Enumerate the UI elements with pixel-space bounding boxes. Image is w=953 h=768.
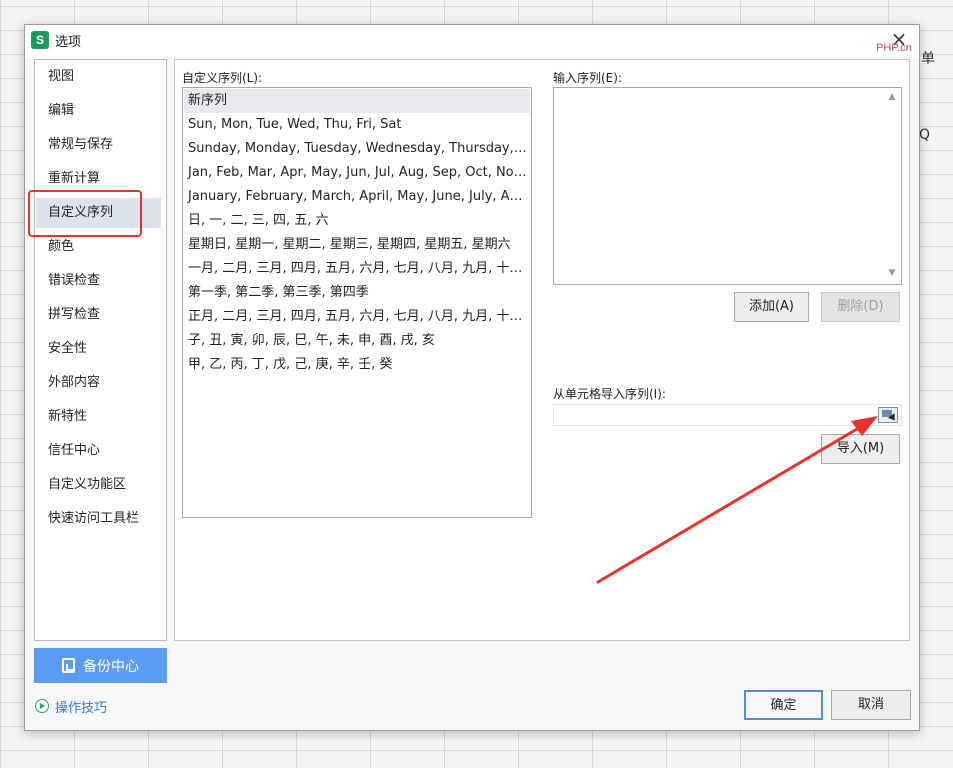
add-button[interactable]: 添加(A) [734,292,809,322]
backup-center-button[interactable]: 备份中心 [34,648,167,683]
sidebar-item-external-content[interactable]: 外部内容 [36,368,161,398]
sidebar-item-quick-access-toolbar[interactable]: 快速访问工具栏 [36,504,161,534]
list-item[interactable]: 一月, 二月, 三月, 四月, 五月, 六月, 七月, 八月, 九月, 十月, … [184,257,530,281]
range-picker-icon[interactable] [878,407,898,423]
background-cell-text: 单 [921,51,935,67]
dialog-title: 选项 [55,35,82,50]
cancel-button[interactable]: 取消 [831,690,911,720]
sidebar-item-spell-check[interactable]: 拼写检查 [36,300,161,330]
list-item[interactable]: 子, 丑, 寅, 卯, 辰, 巳, 午, 未, 申, 酉, 戌, 亥 [184,329,530,353]
tips-label: 操作技巧 [55,700,108,716]
sidebar-item-security[interactable]: 安全性 [36,334,161,364]
scroll-down-icon[interactable]: ▼ [887,268,897,278]
list-entries-textarea[interactable]: ▲ ▼ [553,87,902,285]
sidebar-item-trust-center[interactable]: 信任中心 [36,436,161,466]
sidebar-item-error-check[interactable]: 错误检查 [36,266,161,296]
scroll-up-icon[interactable]: ▲ [887,92,897,102]
backup-center-label: 备份中心 [83,658,139,675]
list-item[interactable]: 第一季, 第二季, 第三季, 第四季 [184,281,530,305]
background-cell-text: Q [919,127,931,143]
list-item[interactable]: Sunday, Monday, Tuesday, Wednesday, Thur… [184,137,530,161]
background-side-strip: 单 Q [919,24,953,731]
sidebar-item-custom-lists[interactable]: 自定义序列 [36,198,161,228]
custom-lists-label: 自定义序列(L): [182,71,263,85]
sidebar-item-view[interactable]: 视图 [36,62,161,92]
tips-link[interactable]: 操作技巧 [35,696,107,716]
custom-lists-panel: 自定义序列(L): 新序列 Sun, Mon, Tue, Wed, Thu, F… [174,59,910,641]
custom-lists-listbox[interactable]: 新序列 Sun, Mon, Tue, Wed, Thu, Fri, Sat Su… [182,87,532,518]
list-item[interactable]: 新序列 [184,89,530,113]
list-item[interactable]: Jan, Feb, Mar, Apr, May, Jun, Jul, Aug, … [184,161,530,185]
list-entries-label: 输入序列(E): [553,71,622,85]
import-button[interactable]: 导入(M) [821,434,900,464]
ok-button[interactable]: 确定 [744,690,823,720]
import-range-input[interactable] [553,404,902,426]
sidebar-item-edit[interactable]: 编辑 [36,96,161,126]
import-from-cells-label: 从单元格导入序列(I): [553,387,666,401]
sidebar-item-recalculate[interactable]: 重新计算 [36,164,161,194]
sidebar-item-color[interactable]: 颜色 [36,232,161,262]
list-item[interactable]: Sun, Mon, Tue, Wed, Thu, Fri, Sat [184,113,530,137]
sidebar-item-customize-ribbon[interactable]: 自定义功能区 [36,470,161,500]
play-circle-icon [35,699,49,713]
options-dialog: S 选项 × 视图 编辑 常规与保存 重新计算 自定义序列 颜色 错误检查 拼写… [24,24,920,731]
wps-app-icon: S [31,31,49,49]
list-item[interactable]: 星期日, 星期一, 星期二, 星期三, 星期四, 星期五, 星期六 [184,233,530,257]
list-item[interactable]: 日, 一, 二, 三, 四, 五, 六 [184,209,530,233]
dialog-titlebar: S 选项 × [25,25,919,57]
sidebar-item-general-save[interactable]: 常规与保存 [36,130,161,160]
delete-button[interactable]: 删除(D) [821,292,900,322]
list-item[interactable]: 甲, 乙, 丙, 丁, 戊, 己, 庚, 辛, 壬, 癸 [184,353,530,377]
list-item[interactable]: 正月, 二月, 三月, 四月, 五月, 六月, 七月, 八月, 九月, 十月, … [184,305,530,329]
list-item[interactable]: January, February, March, April, May, Ju… [184,185,530,209]
sidebar-item-new-features[interactable]: 新特性 [36,402,161,432]
watermark-text: PHP.cn [876,42,912,54]
options-sidebar: 视图 编辑 常规与保存 重新计算 自定义序列 颜色 错误检查 拼写检查 安全性 … [34,59,167,641]
backup-icon [62,658,75,673]
